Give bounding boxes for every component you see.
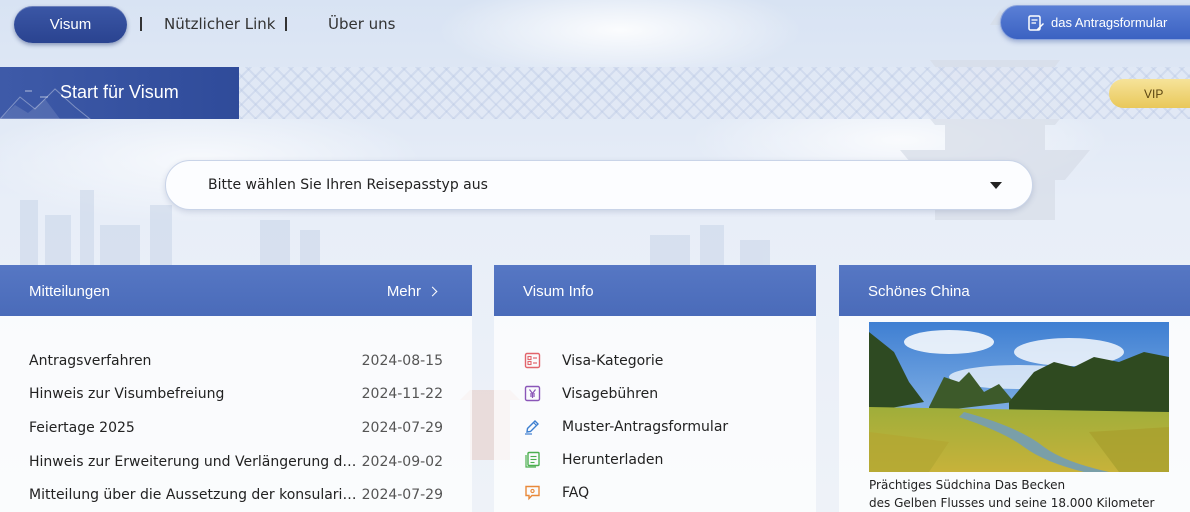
landscape-caption-text: des Gelben Flusses und seine 18.000 Kilo…: [869, 496, 1155, 510]
nav-separator: [140, 17, 142, 31]
nav-useful-link[interactable]: Nützlicher Link: [164, 15, 275, 33]
nav-separator: [285, 17, 287, 31]
notice-item[interactable]: Hinweis zur Visumbefreiung 2024-11-22: [29, 378, 443, 412]
top-navigation: Visum Nützlicher Link Über uns das Antra…: [0, 0, 1190, 50]
notice-item[interactable]: Mitteilung über die Aussetzung der konsu…: [29, 478, 443, 512]
landscape-caption-title: Prächtiges Südchina Das Becken: [869, 478, 1066, 492]
visa-info-item-category[interactable]: Visa-Kategorie: [524, 344, 728, 377]
notice-title: Feiertage 2025: [29, 419, 135, 436]
visa-info-label: Muster-Antragsformular: [562, 418, 729, 435]
visa-info-title: Visum Info: [523, 283, 594, 300]
visa-info-list: Visa-Kategorie Visagebühren Muster-Antra…: [524, 344, 728, 509]
notice-title: Mitteilung über die Aussetzung der konsu…: [29, 487, 359, 504]
notice-date: 2024-08-15: [361, 352, 443, 369]
beautiful-china-header: Schönes China: [839, 265, 1190, 316]
landscape-illustration: [869, 322, 1169, 472]
notice-date: 2024-09-02: [361, 453, 443, 470]
beautiful-china-title: Schönes China: [868, 283, 970, 300]
notice-date: 2024-07-29: [361, 487, 443, 504]
banner-title: Start für Visum: [60, 82, 179, 102]
banner-start-visum: Start für Visum: [0, 67, 239, 119]
visa-info-item-sample-form[interactable]: Muster-Antragsformular: [524, 410, 728, 443]
passport-type-select[interactable]: Bitte wählen Sie Ihren Reisepasstyp aus: [165, 160, 1033, 210]
visa-info-label: Visagebühren: [562, 385, 659, 402]
notice-item[interactable]: Antragsverfahren 2024-08-15: [29, 344, 443, 378]
notices-title: Mitteilungen: [29, 283, 110, 300]
yen-fee-icon: [524, 385, 541, 402]
nav-visum-button[interactable]: Visum: [14, 6, 127, 43]
banner-strip: Start für Visum VIP: [0, 67, 1190, 119]
notices-list: Antragsverfahren 2024-08-15 Hinweis zur …: [29, 344, 443, 512]
nav-about-us-link[interactable]: Über uns: [328, 15, 396, 33]
vip-badge[interactable]: VIP: [1109, 79, 1190, 108]
application-form-button[interactable]: das Antragsformular: [1000, 5, 1190, 40]
landscape-photo[interactable]: [869, 322, 1169, 472]
visa-info-header: Visum Info: [494, 265, 816, 316]
visa-info-label: FAQ: [562, 484, 590, 501]
visa-info-item-fees[interactable]: Visagebühren: [524, 377, 728, 410]
notices-header: Mitteilungen Mehr: [0, 265, 472, 316]
application-form-label: das Antragsformular: [1051, 15, 1168, 30]
more-label: Mehr: [386, 283, 421, 300]
visa-info-item-download[interactable]: Herunterladen: [524, 443, 728, 476]
visa-info-item-faq[interactable]: FAQ: [524, 476, 728, 509]
chevron-right-icon: [427, 286, 438, 297]
notice-item[interactable]: Feiertage 2025 2024-07-29: [29, 411, 443, 445]
document-download-icon: [525, 451, 540, 468]
passport-type-placeholder: Bitte wählen Sie Ihren Reisepasstyp aus: [208, 177, 488, 193]
notice-title: Antragsverfahren: [29, 352, 152, 369]
notice-title: Hinweis zur Visumbefreiung: [29, 386, 225, 403]
beautiful-china-panel: Schönes China Prächtiges Südchina Das Be…: [839, 265, 1190, 512]
notice-title: Hinweis zur Erweiterung und Verlängerung…: [29, 453, 359, 470]
landscape-caption: Prächtiges Südchina Das Becken des Gelbe…: [869, 476, 1179, 512]
visa-info-label: Herunterladen: [562, 451, 664, 468]
edit-pen-icon: [525, 420, 539, 435]
notices-more-link[interactable]: Mehr: [386, 283, 438, 300]
notices-panel: Mitteilungen Mehr Antragsverfahren 2024-…: [0, 265, 472, 512]
faq-chat-icon: [525, 485, 540, 501]
caret-down-icon: [990, 182, 1002, 189]
notice-date: 2024-07-29: [361, 419, 443, 436]
notice-date: 2024-11-22: [361, 386, 443, 403]
notice-item[interactable]: Hinweis zur Erweiterung und Verlängerung…: [29, 445, 443, 479]
visa-info-panel: Visum Info Visa-Kategorie Visagebühren M…: [494, 265, 816, 512]
category-list-icon: [524, 352, 541, 369]
visa-info-label: Visa-Kategorie: [562, 352, 664, 369]
form-pen-icon: [1028, 14, 1044, 31]
